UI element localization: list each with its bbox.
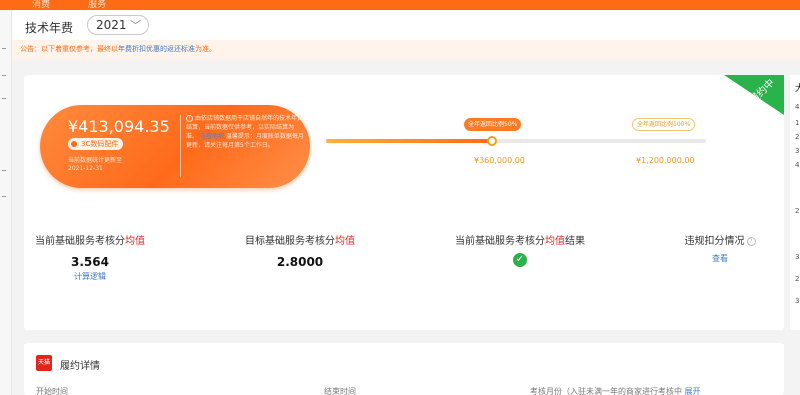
fee-summary-card: 履约中 ¥413,094.35 3C数码配件 当前数据统计更新至 2021-12… [24, 75, 784, 330]
performance-detail-card: 天猫 履约详情 开始时间 结束时间 考核月份（入驻未满一年的商家进行考核中 展开 [24, 343, 784, 395]
metric-violation: 违规扣分情况? 查看 [678, 232, 762, 264]
top-nav-bar: 消费 服务 [0, 0, 800, 10]
year-select[interactable]: 2021 ﹀ [87, 15, 149, 35]
update-date: 2021-12-31 [68, 165, 103, 172]
info-link[interactable]: 查看明细 [200, 133, 224, 140]
sidebar-tick [2, 196, 6, 197]
milestone-1-tag: 全年返回比例50% [464, 118, 522, 131]
milestone-2-amount: ¥1,200,000.00 [636, 156, 695, 165]
right-panel-char: 4 [795, 103, 800, 111]
sidebar-tick [2, 170, 6, 171]
right-panel-char: 3 [795, 147, 800, 155]
panel-divider [180, 115, 181, 177]
filter-row: 技术年费 2021 ﹀ [12, 10, 800, 40]
year-select-value: 2021 [96, 18, 127, 32]
metric-value: 2.8000 [276, 255, 324, 269]
right-panel-char: 2 [795, 133, 800, 141]
sidebar-tick [2, 75, 6, 76]
nav-item-consumption[interactable]: 消费 [32, 0, 50, 10]
notice-highlight: 年费折扣优惠的返还标准 [118, 45, 195, 53]
metric-title: 当前基础服务考核分均值结果 [455, 236, 585, 247]
info-icon: ! [186, 115, 193, 122]
calculation-logic-link[interactable]: 计算逻辑 [30, 271, 150, 282]
right-side-panel: 大 4 1 2 3 4 2 3 2 3 [790, 75, 800, 330]
metric-title: 违规扣分情况? [678, 232, 762, 247]
metric-title: 当前基础服务考核分均值 [35, 236, 145, 247]
sidebar-tick [2, 48, 6, 49]
category-icon [71, 141, 77, 147]
fee-amount: ¥413,094.35 [68, 117, 170, 136]
category-badge: 3C数码配件 [68, 138, 124, 150]
right-panel-char: 大 [795, 84, 800, 94]
notice-text: 公告：以下着重仅参考，最终以年费折扣优惠的返还标准为准。 [20, 45, 216, 53]
notice-banner: 公告：以下着重仅参考，最终以年费折扣优惠的返还标准为准。 [12, 40, 800, 60]
right-panel-char: 3 [795, 297, 800, 305]
col-start-time: 开始时间 [36, 387, 68, 395]
metric-value: 3.564 [71, 255, 109, 269]
progress-marker [487, 136, 497, 146]
fee-amount-panel: ¥413,094.35 3C数码配件 当前数据统计更新至 2021-12-31 … [40, 105, 310, 188]
nav-item-service[interactable]: 服务 [88, 0, 106, 10]
help-icon[interactable]: ? [746, 237, 756, 246]
metric-title: 目标基础服务考核分均值 [245, 236, 355, 247]
right-panel-char: 2 [795, 275, 800, 283]
expand-link[interactable]: 展开 [685, 387, 701, 395]
detail-title: 履约详情 [60, 361, 100, 372]
filter-label: 技术年费 [25, 21, 74, 35]
view-violation-link[interactable]: 查看 [678, 253, 762, 264]
metric-current-score: 当前基础服务考核分均值 3.564 计算逻辑 [30, 232, 150, 282]
check-icon: ✓ [513, 253, 527, 267]
right-panel-char: 1 [795, 119, 800, 127]
col-end-time: 结束时间 [324, 387, 356, 395]
col-assessment-month: 考核月份（入驻未满一年的商家进行考核中 展开 [530, 387, 701, 395]
milestone-1-amount: ¥360,000.00 [474, 156, 525, 165]
category-label: 3C数码配件 [81, 140, 119, 148]
info-text-block: ! 由依店铺数据用于店铺自然年的技术年费结算，当前数据仅供参考，以实际结算为准。 … [186, 114, 304, 150]
right-panel-char: 2 [795, 207, 800, 215]
status-ribbon: 履约中 [724, 75, 784, 115]
metric-score-result: 当前基础服务考核分均值结果 ✓ [450, 232, 590, 267]
milestone-2-tag: 全年返回比例100% [632, 118, 696, 131]
right-panel-char: 4 [795, 161, 800, 169]
right-panel-char: 3 [795, 253, 800, 261]
metric-target-score: 目标基础服务考核分均值 2.8000 [240, 232, 360, 269]
chevron-down-icon: ﹀ [130, 19, 141, 32]
update-note: 当前数据统计更新至 [68, 157, 123, 164]
sidebar-tick [2, 98, 6, 99]
tmall-logo: 天猫 [36, 355, 52, 371]
progress-fill [326, 139, 493, 143]
left-sidebar-edge [0, 10, 12, 395]
